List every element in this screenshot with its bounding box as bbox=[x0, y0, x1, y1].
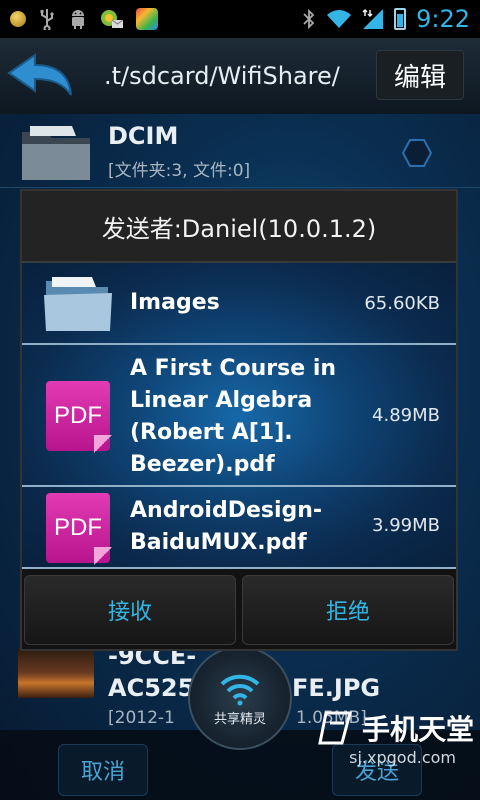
reject-button[interactable]: 拒绝 bbox=[242, 575, 454, 645]
list-item-title-suffix: FE.JPG bbox=[292, 674, 381, 702]
list-item-date: [2012-1 bbox=[108, 708, 175, 728]
file-name: AndroidDesign-BaiduMUX.pdf bbox=[130, 498, 323, 555]
share-spirit-button[interactable]: 共享精灵 bbox=[188, 646, 292, 750]
coin-icon bbox=[10, 11, 26, 27]
back-arrow-icon bbox=[7, 53, 72, 96]
watermark-logo-icon bbox=[318, 711, 352, 745]
usb-icon bbox=[40, 9, 54, 30]
status-bar: 9:22 bbox=[0, 0, 480, 38]
file-list: Images 65.60KB PDF A First Course in Lin… bbox=[22, 263, 456, 569]
edit-button[interactable]: 编辑 bbox=[376, 50, 464, 100]
file-item-linear-algebra[interactable]: PDF A First Course in Linear Algebra (Ro… bbox=[22, 345, 456, 487]
file-name: Images bbox=[130, 290, 220, 315]
select-checkbox-icon[interactable] bbox=[402, 138, 432, 168]
list-item[interactable]: DCIM [文件夹:3, 文件:0] bbox=[0, 116, 480, 188]
current-path: .t/sdcard/WifiShare/ bbox=[104, 62, 340, 90]
file-name: A First Course in Linear Algebra (Robert… bbox=[130, 356, 337, 477]
android-debug-icon bbox=[72, 10, 84, 29]
app-icon bbox=[136, 8, 158, 30]
share-spirit-label: 共享精灵 bbox=[213, 711, 266, 727]
receive-file-dialog: 发送者:Daniel(10.0.1.2) Images 65.60KB PDF … bbox=[20, 189, 458, 651]
watermark: 手机天堂 sj.xpgod.com bbox=[318, 708, 474, 767]
watermark-site: sj.xpgod.com bbox=[349, 748, 456, 767]
dialog-buttons: 接收 拒绝 bbox=[22, 569, 456, 649]
dialog-title: 发送者:Daniel(10.0.1.2) bbox=[22, 191, 456, 263]
file-size: 3.99MB bbox=[372, 515, 440, 536]
folder-icon bbox=[22, 126, 90, 180]
battery-icon bbox=[394, 8, 407, 30]
list-item-title: DCIM bbox=[108, 122, 179, 150]
file-item-images[interactable]: Images 65.60KB bbox=[22, 263, 456, 345]
wifi-icon bbox=[220, 674, 260, 705]
pdf-icon: PDF bbox=[46, 493, 112, 565]
file-item-android-design[interactable]: PDF AndroidDesign-BaiduMUX.pdf 3.99MB bbox=[22, 487, 456, 569]
pdf-icon: PDF bbox=[46, 381, 112, 453]
app-notification-icon bbox=[101, 10, 124, 28]
back-button[interactable] bbox=[0, 38, 80, 114]
cell-signal-icon bbox=[362, 9, 384, 29]
file-size: 4.89MB bbox=[372, 405, 440, 426]
list-item-subtitle: [文件夹:3, 文件:0] bbox=[108, 161, 251, 181]
image-thumbnail bbox=[18, 648, 94, 698]
accept-button[interactable]: 接收 bbox=[24, 575, 236, 645]
file-size: 65.60KB bbox=[364, 293, 440, 314]
bluetooth-icon bbox=[303, 8, 315, 30]
toolbar: .t/sdcard/WifiShare/ 编辑 bbox=[0, 38, 480, 114]
clock: 9:22 bbox=[416, 5, 470, 33]
cancel-button[interactable]: 取消 bbox=[58, 744, 148, 796]
wifi-signal-icon bbox=[327, 10, 352, 28]
folder-icon bbox=[44, 277, 112, 331]
watermark-brand: 手机天堂 bbox=[361, 713, 474, 746]
